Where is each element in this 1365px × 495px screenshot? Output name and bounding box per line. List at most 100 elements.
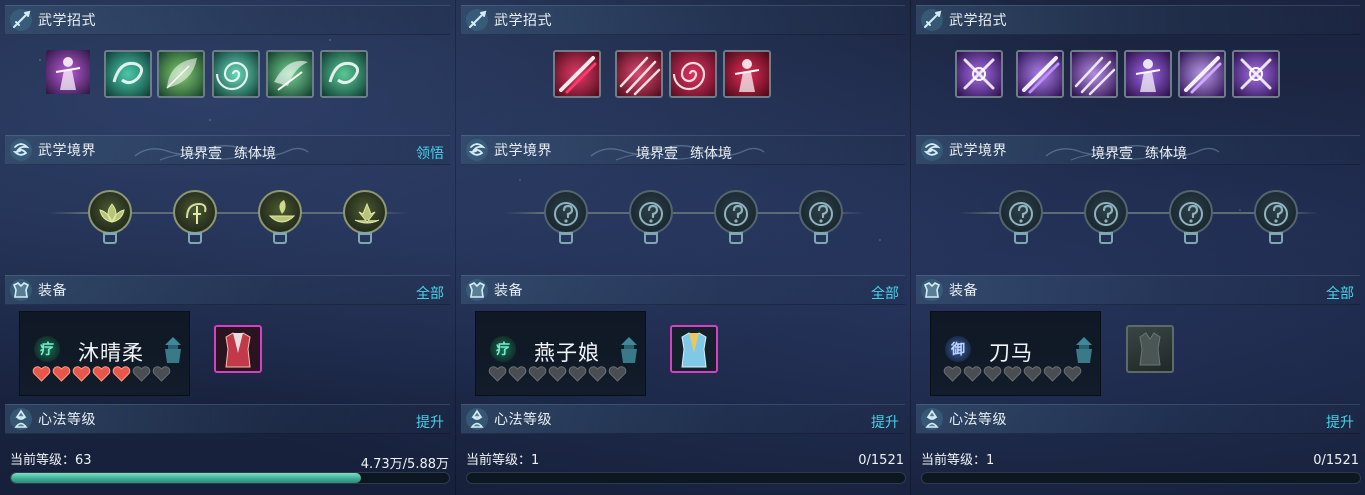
heart-empty-icon	[588, 365, 607, 382]
character-name: 燕子娘	[534, 341, 600, 365]
realm-stage: 练体境	[234, 146, 276, 162]
character-name: 沐晴柔	[78, 341, 144, 365]
swirl-sword-icon[interactable]	[173, 190, 217, 234]
skills-title: 武学招式	[949, 13, 1007, 29]
violet-rider-skill-icon[interactable]	[1124, 50, 1172, 98]
character-card[interactable]: 疗沐晴柔	[19, 311, 190, 396]
character-card[interactable]: 御刀马	[930, 311, 1101, 396]
jade-dragon-skill-icon[interactable]	[104, 50, 152, 98]
jade-spirit-skill-icon[interactable]	[320, 50, 368, 98]
lotus-bloom-icon[interactable]	[343, 190, 387, 234]
question-icon[interactable]	[799, 190, 843, 234]
panel-3: 武学招式 武学境界 境界壹 练体境 装备 全部御刀马 心法等级 提升 当前等级：1 0/1521	[910, 0, 1365, 495]
current-level: 当前等级：1	[466, 449, 539, 468]
mind-level-title: 心法等级	[949, 412, 1007, 428]
question-icon[interactable]	[1084, 190, 1128, 234]
node-pedestal	[103, 232, 117, 244]
current-level-value: 63	[75, 453, 92, 468]
question-icon[interactable]	[1254, 190, 1298, 234]
question-icon[interactable]	[999, 190, 1043, 234]
red-robe-armor-icon[interactable]	[214, 325, 262, 373]
blue-robe-armor-icon[interactable]	[670, 325, 718, 373]
all-equipment-button[interactable]: 全部	[1326, 283, 1354, 303]
heart-empty-icon	[132, 365, 151, 382]
violet-blades-skill-icon[interactable]	[955, 50, 1003, 98]
experience-bar	[466, 472, 906, 484]
empty-armor-slot-icon[interactable]	[1126, 325, 1174, 373]
armor-icon	[464, 277, 490, 303]
crimson-triple-slash-skill-icon[interactable]	[615, 50, 663, 98]
realm-status: 境界壹 练体境	[636, 143, 732, 163]
realm-title: 武学境界	[38, 143, 96, 159]
current-level-value: 1	[986, 453, 995, 468]
jade-wing-skill-icon[interactable]	[266, 50, 314, 98]
all-equipment-button[interactable]: 全部	[871, 283, 899, 303]
current-level-label: 当前等级：	[466, 453, 532, 468]
equip-header: 装备 全部	[461, 275, 905, 305]
realm-status: 境界壹 练体境	[180, 143, 276, 163]
violet-streak-skill-icon[interactable]	[1178, 50, 1226, 98]
bowl-leaf-icon[interactable]	[258, 190, 302, 234]
violet-arc-skill-icon[interactable]	[1070, 50, 1118, 98]
experience-bar-fill	[11, 473, 362, 483]
heart-rating	[943, 365, 1082, 382]
comprehend-button[interactable]: 领悟	[416, 143, 444, 163]
meditation-icon	[919, 406, 945, 432]
equip-header: 装备 全部	[5, 275, 450, 305]
heart-empty-icon	[608, 365, 627, 382]
realm-level: 境界壹	[1091, 146, 1133, 162]
mind-level-title: 心法等级	[38, 412, 96, 428]
jade-swirl-skill-icon[interactable]	[212, 50, 260, 98]
scholar-hat-icon	[617, 335, 641, 365]
upgrade-button[interactable]: 提升	[416, 412, 444, 432]
current-level-value: 1	[531, 453, 540, 468]
experience-bar	[921, 472, 1361, 484]
realm-level: 境界壹	[180, 146, 222, 162]
mind-level-title: 心法等级	[494, 412, 552, 428]
node-pedestal	[644, 232, 658, 244]
sword-icon	[919, 7, 945, 33]
heart-empty-icon	[1043, 365, 1062, 382]
heart-empty-icon	[528, 365, 547, 382]
node-pedestal	[1099, 232, 1113, 244]
crimson-slash-skill-icon[interactable]	[553, 50, 601, 98]
question-icon[interactable]	[629, 190, 673, 234]
heart-empty-icon	[963, 365, 982, 382]
heart-empty-icon	[983, 365, 1002, 382]
question-icon[interactable]	[544, 190, 588, 234]
upgrade-button[interactable]: 提升	[871, 412, 899, 432]
character-card[interactable]: 疗燕子娘	[475, 311, 646, 396]
crimson-spiral-skill-icon[interactable]	[669, 50, 717, 98]
heart-empty-icon	[508, 365, 527, 382]
realm-swirl-icon	[8, 137, 34, 163]
purple-character-skill-icon[interactable]	[46, 50, 94, 98]
question-icon[interactable]	[1169, 190, 1213, 234]
skills-title: 武学招式	[494, 13, 552, 29]
experience-bar	[10, 472, 450, 484]
realm-level: 境界壹	[636, 146, 678, 162]
all-equipment-button[interactable]: 全部	[416, 283, 444, 303]
realm-title: 武学境界	[949, 143, 1007, 159]
node-pedestal	[1269, 232, 1283, 244]
crimson-dancer-skill-icon[interactable]	[723, 50, 771, 98]
upgrade-button[interactable]: 提升	[1326, 412, 1354, 432]
heart-empty-icon	[943, 365, 962, 382]
question-icon[interactable]	[714, 190, 758, 234]
equip-title: 装备	[38, 283, 67, 299]
role-type-badge: 疗	[490, 336, 516, 362]
heart-empty-icon	[1003, 365, 1022, 382]
realm-header: 武学境界 境界壹 练体境 领悟	[5, 135, 450, 165]
jade-leaf-skill-icon[interactable]	[157, 50, 205, 98]
experience-value: 0/1521	[1313, 453, 1359, 468]
heart-empty-icon	[1023, 365, 1042, 382]
violet-slash-skill-icon[interactable]	[1016, 50, 1064, 98]
martial-arts-panels: 武学招式 武学境界 境界壹 练体境 领悟 装备 全部疗沐晴柔 心法等级 提升 当前等级：63 4.7…	[0, 0, 1365, 495]
violet-cross-skill-icon[interactable]	[1232, 50, 1280, 98]
realm-title: 武学境界	[494, 143, 552, 159]
sword-icon	[8, 7, 34, 33]
current-level: 当前等级：1	[921, 449, 994, 468]
realm-swirl-icon	[919, 137, 945, 163]
lotus-bud-icon[interactable]	[88, 190, 132, 234]
current-level-label: 当前等级：	[921, 453, 987, 468]
meditation-icon	[8, 406, 34, 432]
